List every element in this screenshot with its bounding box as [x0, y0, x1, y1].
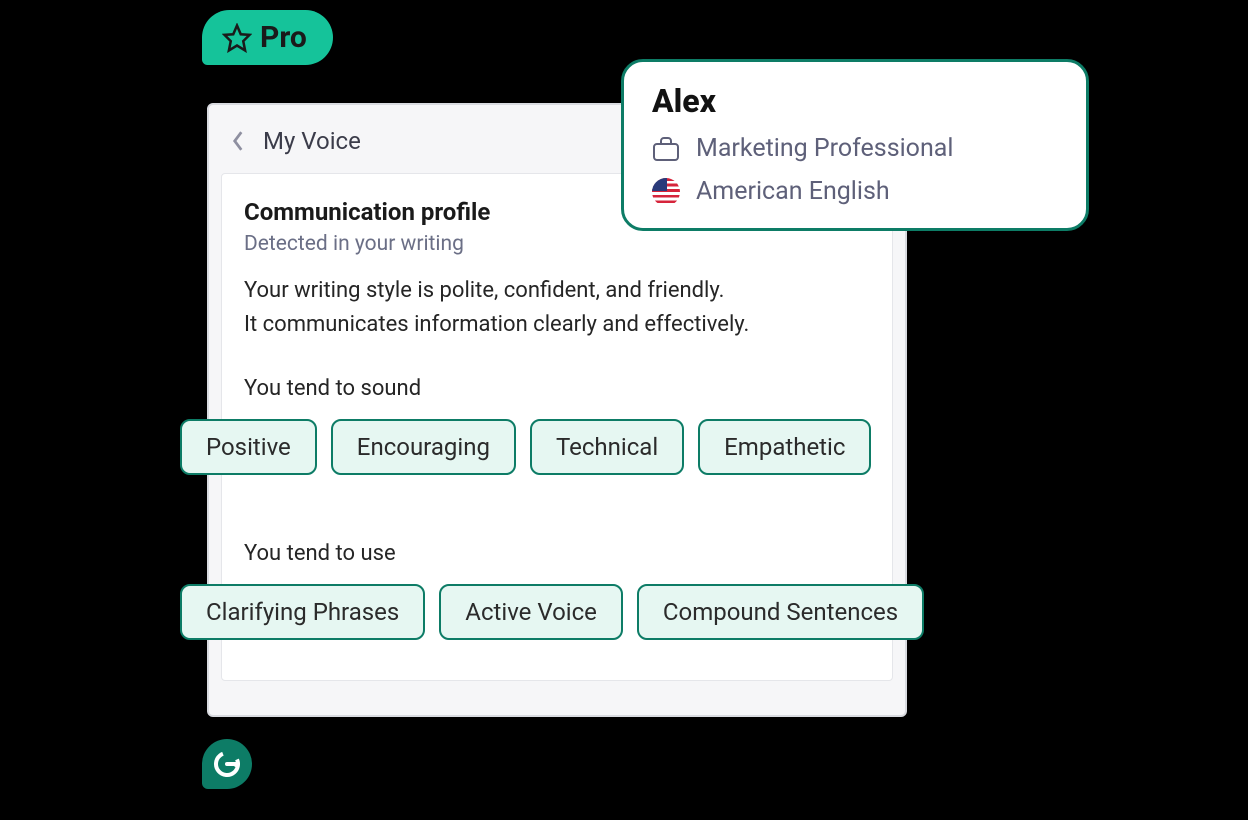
user-name: Alex — [652, 82, 1058, 120]
tone-pill[interactable]: Positive — [180, 419, 317, 475]
description-line: Your writing style is polite, confident,… — [244, 274, 870, 308]
flag-icon — [652, 178, 680, 206]
style-pill[interactable]: Compound Sentences — [637, 584, 924, 640]
user-language-row: American English — [652, 177, 1058, 206]
pro-badge: Pro — [202, 10, 333, 65]
tone-pill[interactable]: Encouraging — [331, 419, 516, 475]
tone-pill[interactable]: Empathetic — [698, 419, 871, 475]
user-card: Alex Marketing Professional American Eng… — [621, 59, 1089, 231]
user-role-row: Marketing Professional — [652, 134, 1058, 163]
tone-pill[interactable]: Technical — [530, 419, 684, 475]
use-section-label: You tend to use — [244, 541, 870, 566]
style-pill[interactable]: Clarifying Phrases — [180, 584, 425, 640]
panel-title: My Voice — [263, 127, 361, 155]
description-line: It communicates information clearly and … — [244, 308, 870, 342]
communication-profile-card: Communication profile Detected in your w… — [221, 173, 893, 681]
logo-badge — [202, 739, 252, 789]
sound-section-label: You tend to sound — [244, 376, 870, 401]
briefcase-icon — [652, 136, 680, 162]
star-icon — [222, 23, 252, 53]
tone-pill-row: Positive Encouraging Technical Empatheti… — [180, 419, 870, 475]
style-pill-row: Clarifying Phrases Active Voice Compound… — [180, 584, 870, 640]
back-icon[interactable] — [231, 130, 245, 152]
pro-label: Pro — [260, 20, 307, 55]
user-role: Marketing Professional — [696, 134, 953, 163]
user-language: American English — [696, 177, 890, 206]
card-subtitle: Detected in your writing — [244, 232, 870, 256]
style-pill[interactable]: Active Voice — [439, 584, 623, 640]
